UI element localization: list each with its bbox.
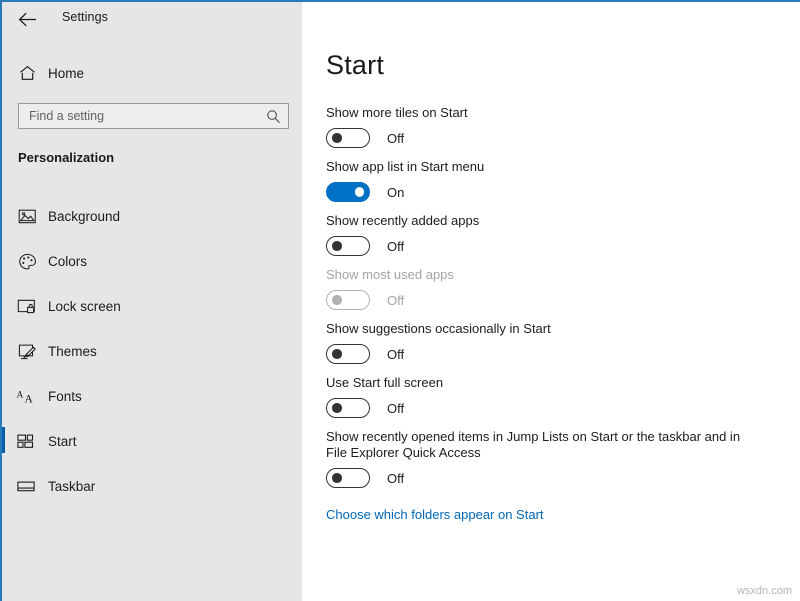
settings-window: Settings Home Personalization xyxy=(0,0,800,601)
toggle-row: Off xyxy=(326,128,786,148)
sidebar-item-colors[interactable]: Colors xyxy=(2,239,302,284)
home-icon xyxy=(17,63,37,83)
setting-label: Show more tiles on Start xyxy=(326,105,750,121)
toggle-row: Off xyxy=(326,468,786,488)
window-title: Settings xyxy=(62,10,108,24)
setting-show-more-tiles: Show more tiles on Start Off xyxy=(326,105,786,148)
toggle-use-start-full-screen[interactable] xyxy=(326,398,370,418)
toggle-show-app-list[interactable] xyxy=(326,182,370,202)
settings-list: Show more tiles on Start Off Show app li… xyxy=(326,105,786,524)
toggle-show-most-used-apps xyxy=(326,290,370,310)
setting-use-start-full-screen: Use Start full screen Off xyxy=(326,375,786,418)
toggle-row: On xyxy=(326,182,786,202)
sidebar-item-lock-screen[interactable]: Lock screen xyxy=(2,284,302,329)
setting-show-recently-added-apps: Show recently added apps Off xyxy=(326,213,786,256)
toggle-row: Off xyxy=(326,398,786,418)
setting-label: Show suggestions occasionally in Start xyxy=(326,321,750,337)
page-title: Start xyxy=(326,50,384,81)
sidebar-item-background[interactable]: Background xyxy=(2,194,302,239)
toggle-row: Off xyxy=(326,290,786,310)
toggle-knob xyxy=(332,241,342,251)
toggle-state-label: Off xyxy=(387,239,404,254)
selection-indicator xyxy=(2,292,5,318)
toggle-show-suggestions[interactable] xyxy=(326,344,370,364)
toggle-knob xyxy=(332,349,342,359)
search-icon[interactable] xyxy=(260,104,286,128)
toggle-knob xyxy=(332,473,342,483)
selection-indicator xyxy=(2,472,5,498)
palette-icon xyxy=(16,251,38,273)
toggle-knob xyxy=(332,133,342,143)
toggle-state-label: Off xyxy=(387,471,404,486)
picture-icon xyxy=(16,206,38,228)
sidebar: Settings Home Personalization xyxy=(2,2,302,601)
lock-screen-icon xyxy=(16,296,38,318)
selection-indicator xyxy=(2,247,5,273)
setting-label: Use Start full screen xyxy=(326,375,750,391)
setting-show-most-used-apps: Show most used apps Off xyxy=(326,267,786,310)
sidebar-item-taskbar-label: Taskbar xyxy=(48,479,95,494)
sidebar-item-start[interactable]: Start xyxy=(2,419,302,464)
sidebar-item-themes[interactable]: Themes xyxy=(2,329,302,374)
choose-folders-link[interactable]: Choose which folders appear on Start xyxy=(326,507,544,522)
selection-indicator xyxy=(2,337,5,363)
content-pane: Start Show more tiles on Start Off Show … xyxy=(304,2,800,601)
toggle-state-label: On xyxy=(387,185,404,200)
toggle-row: Off xyxy=(326,236,786,256)
themes-brush-icon xyxy=(16,341,38,363)
sidebar-item-start-label: Start xyxy=(48,434,77,449)
selection-indicator xyxy=(2,382,5,408)
titlebar: Settings xyxy=(2,2,302,34)
back-arrow-icon[interactable] xyxy=(12,6,42,32)
sidebar-nav-list: Background Colors xyxy=(2,194,302,509)
setting-label: Show recently added apps xyxy=(326,213,750,229)
start-tiles-icon xyxy=(16,431,38,453)
taskbar-icon xyxy=(16,476,38,498)
setting-show-recently-opened-items: Show recently opened items in Jump Lists… xyxy=(326,429,786,488)
sidebar-section-header: Personalization xyxy=(18,150,114,165)
toggle-knob xyxy=(332,295,342,305)
sidebar-item-fonts[interactable]: A A Fonts xyxy=(2,374,302,419)
toggle-show-more-tiles[interactable] xyxy=(326,128,370,148)
sidebar-item-lock-screen-label: Lock screen xyxy=(48,299,121,314)
toggle-state-label: Off xyxy=(387,347,404,362)
toggle-state-label: Off xyxy=(387,131,404,146)
toggle-knob xyxy=(332,403,342,413)
sidebar-item-home[interactable]: Home xyxy=(2,59,302,87)
search-box[interactable] xyxy=(18,103,289,129)
fonts-aa-icon: A A xyxy=(16,386,38,408)
setting-show-suggestions: Show suggestions occasionally in Start O… xyxy=(326,321,786,364)
sidebar-item-background-label: Background xyxy=(48,209,120,224)
toggle-show-recently-added-apps[interactable] xyxy=(326,236,370,256)
setting-label: Show recently opened items in Jump Lists… xyxy=(326,429,750,461)
sidebar-item-fonts-label: Fonts xyxy=(48,389,82,404)
svg-text:A: A xyxy=(17,391,24,401)
watermark: wsxdn.com xyxy=(737,585,792,597)
svg-text:A: A xyxy=(25,394,34,406)
toggle-state-label: Off xyxy=(387,401,404,416)
toggle-knob xyxy=(355,187,365,197)
setting-show-app-list: Show app list in Start menu On xyxy=(326,159,786,202)
toggle-show-recently-opened-items[interactable] xyxy=(326,468,370,488)
toggle-row: Off xyxy=(326,344,786,364)
toggle-state-label: Off xyxy=(387,293,404,308)
sidebar-item-themes-label: Themes xyxy=(48,344,97,359)
sidebar-item-home-label: Home xyxy=(48,66,84,81)
search-input[interactable] xyxy=(19,109,260,123)
sidebar-item-colors-label: Colors xyxy=(48,254,87,269)
selection-indicator xyxy=(2,202,5,228)
sidebar-item-taskbar[interactable]: Taskbar xyxy=(2,464,302,509)
setting-label: Show most used apps xyxy=(326,267,750,283)
selection-indicator xyxy=(2,427,5,453)
setting-label: Show app list in Start menu xyxy=(326,159,750,175)
